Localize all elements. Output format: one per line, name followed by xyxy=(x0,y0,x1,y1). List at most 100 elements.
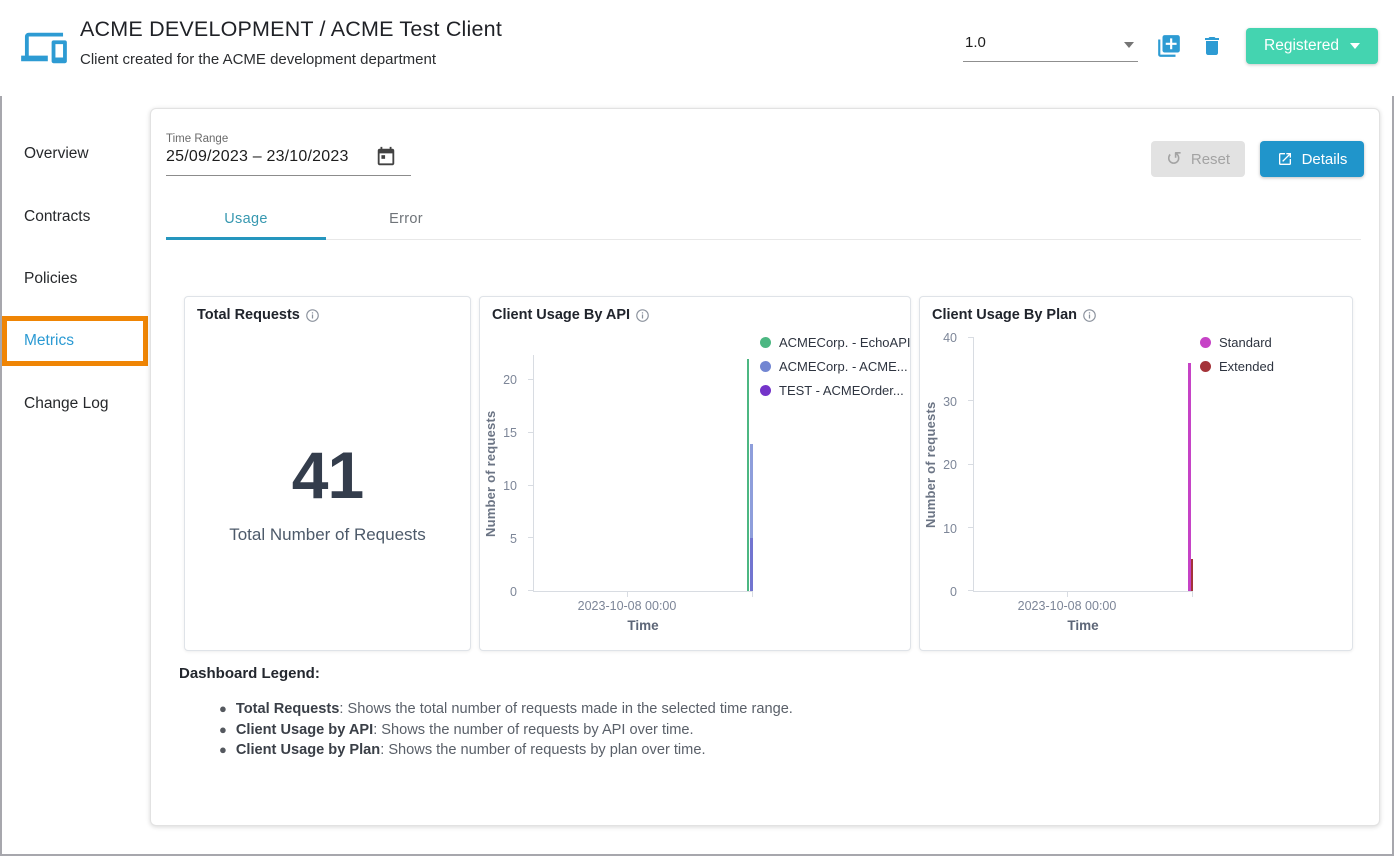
y-tick-label: 10 xyxy=(920,521,957,537)
open-in-new-icon xyxy=(1277,151,1293,167)
x-tick-mark xyxy=(1067,591,1068,597)
y-tick-label: 20 xyxy=(480,372,517,388)
x-axis-label: Time xyxy=(533,618,753,633)
legend-term: Total Requests xyxy=(236,701,340,717)
chart-legend-item[interactable]: Extended xyxy=(1200,354,1274,378)
bullet-icon: ● xyxy=(219,722,227,737)
caret-down-icon xyxy=(1350,43,1360,49)
info-icon[interactable] xyxy=(635,308,650,323)
calendar-icon[interactable] xyxy=(375,146,397,168)
card-title-row: Total Requests xyxy=(197,307,320,323)
bullet-icon: ● xyxy=(219,742,227,757)
y-tick-label: 5 xyxy=(480,531,517,547)
time-range-field[interactable]: Time Range 25/09/2023 – 23/10/2023 xyxy=(166,133,411,176)
chart-legend: ACMECorp. - EchoAPI ACMECorp. - ACME... TE… xyxy=(760,330,911,402)
sidebar-item-contracts[interactable]: Contracts xyxy=(0,208,150,226)
sidebar-item-metrics[interactable]: Metrics xyxy=(7,332,74,350)
chart-legend-item[interactable]: ACMECorp. - EchoAPI xyxy=(760,330,911,354)
y-tick-label: 30 xyxy=(920,394,957,410)
chart-plot xyxy=(973,338,1193,592)
client-usage-by-plan-card: Client Usage By Plan Number of requests … xyxy=(919,296,1353,651)
legend-desc: : Shows the total number of requests mad… xyxy=(339,701,792,717)
sidebar-item-overview[interactable]: Overview xyxy=(0,145,150,163)
metrics-panel: Time Range 25/09/2023 – 23/10/2023 ↺ Res… xyxy=(150,108,1380,826)
y-axis-ticks: 010203040 xyxy=(920,338,965,592)
total-requests-card: Total Requests 41 Total Number of Reques… xyxy=(184,296,471,651)
y-tick-mark xyxy=(528,379,534,380)
delete-version-button[interactable] xyxy=(1200,34,1224,58)
reset-label: Reset xyxy=(1191,151,1230,168)
legend-dot-icon xyxy=(1200,361,1211,372)
total-requests-caption: Total Number of Requests xyxy=(185,525,470,545)
y-tick-mark xyxy=(968,337,974,338)
x-axis-label: Time xyxy=(973,618,1193,633)
legend-desc: : Shows the number of requests by plan o… xyxy=(380,742,705,758)
bullet-icon: ● xyxy=(219,701,227,716)
legend-row: ● Client Usage by API: Shows the number o… xyxy=(219,720,793,741)
legend-term: Client Usage by Plan xyxy=(236,742,380,758)
y-tick-label: 0 xyxy=(920,584,957,600)
y-tick-mark xyxy=(528,590,534,591)
title-block: ACME DEVELOPMENT / ACME Test Client Clie… xyxy=(80,17,502,68)
sidebar-item-policies[interactable]: Policies xyxy=(0,270,150,288)
series-spike xyxy=(747,359,749,591)
y-axis-ticks: 05101520 xyxy=(480,355,525,592)
legend-row: ● Total Requests: Shows the total number … xyxy=(219,699,793,720)
legend-label: Standard xyxy=(1219,335,1272,350)
chart-legend: Standard Extended xyxy=(1200,330,1274,378)
y-tick-mark xyxy=(968,464,974,465)
legend-label: TEST - ACMEOrder... xyxy=(779,383,904,398)
add-version-button[interactable] xyxy=(1156,33,1182,59)
series-spike xyxy=(750,444,753,592)
legend-dot-icon xyxy=(760,337,771,348)
trash-icon xyxy=(1200,34,1224,58)
details-label: Details xyxy=(1302,151,1348,168)
rotate-left-icon: ↺ xyxy=(1166,150,1182,169)
tab-usage[interactable]: Usage xyxy=(166,204,326,240)
chart-plot xyxy=(533,355,753,592)
status-button[interactable]: Registered xyxy=(1246,28,1378,64)
y-tick-mark xyxy=(528,485,534,486)
y-tick-label: 10 xyxy=(480,478,517,494)
card-title-row: Client Usage By API xyxy=(492,307,650,323)
metrics-highlight-box: Metrics xyxy=(2,316,148,366)
sidebar-item-change-log[interactable]: Change Log xyxy=(0,395,150,413)
y-tick-mark xyxy=(968,590,974,591)
y-tick-label: 40 xyxy=(920,330,957,346)
header-controls: 1.0 Registered xyxy=(963,26,1378,66)
chart-legend-item[interactable]: Standard xyxy=(1200,330,1274,354)
series-spike xyxy=(1188,363,1191,591)
chart-title: Client Usage By Plan xyxy=(932,307,1077,323)
chart-title: Client Usage By API xyxy=(492,307,630,323)
details-button[interactable]: Details xyxy=(1260,141,1364,177)
info-icon[interactable] xyxy=(305,308,320,323)
legend-label: ACMECorp. - EchoAPI xyxy=(779,335,911,350)
page-subtitle: Client created for the ACME development … xyxy=(80,51,502,68)
total-requests-value: 41 xyxy=(185,437,470,513)
devices-icon xyxy=(21,27,67,67)
dashboard-legend-list: ● Total Requests: Shows the total number … xyxy=(219,699,793,761)
legend-dot-icon xyxy=(760,361,771,372)
y-tick-mark xyxy=(528,432,534,433)
legend-term: Client Usage by API xyxy=(236,722,373,738)
chart-legend-item[interactable]: ACMECorp. - ACME... xyxy=(760,354,911,378)
info-icon[interactable] xyxy=(1082,308,1097,323)
x-tick-label: 2023-10-08 00:00 xyxy=(973,599,1161,613)
y-tick-label: 15 xyxy=(480,425,517,441)
legend-label: Extended xyxy=(1219,359,1274,374)
y-tick-label: 0 xyxy=(480,584,517,600)
client-usage-by-api-card: Client Usage By API Number of requests 0… xyxy=(479,296,911,651)
version-select[interactable]: 1.0 xyxy=(963,30,1138,62)
library-add-icon xyxy=(1156,33,1182,59)
app-window: { "header": { "title": "ACME DEVELOPMENT… xyxy=(0,0,1394,856)
status-label: Registered xyxy=(1264,37,1339,55)
y-tick-label: 20 xyxy=(920,457,957,473)
tab-error[interactable]: Error xyxy=(326,204,486,240)
x-tick-mark xyxy=(752,591,753,597)
chart-legend-item[interactable]: TEST - ACMEOrder... xyxy=(760,378,911,402)
time-range-label: Time Range xyxy=(166,133,411,145)
reset-button[interactable]: ↺ Reset xyxy=(1151,141,1245,177)
y-tick-mark xyxy=(528,537,534,538)
app-header: ACME DEVELOPMENT / ACME Test Client Clie… xyxy=(0,0,1394,96)
legend-desc: : Shows the number of requests by API ov… xyxy=(373,722,693,738)
